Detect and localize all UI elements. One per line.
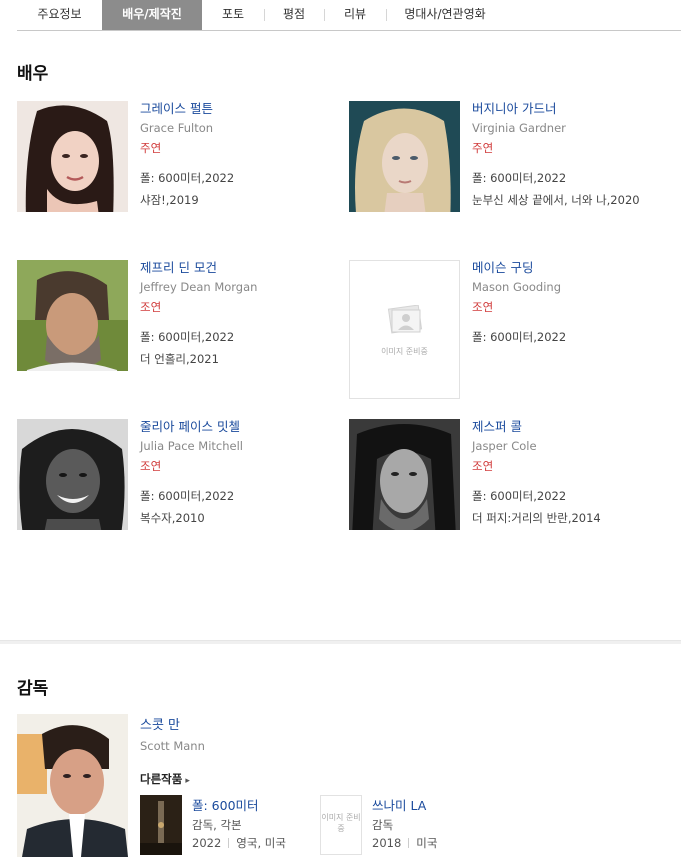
actor-work[interactable]: 폴: 600미터,2022 [472, 170, 672, 186]
actor-korean-name[interactable]: 그레이스 펄튼 [140, 101, 340, 117]
actor-korean-name[interactable]: 제스퍼 콜 [472, 419, 672, 435]
film-role: 감독 [372, 818, 394, 832]
actor-english-name: Jasper Cole [472, 439, 537, 453]
actor-work[interactable]: 폴: 600미터,2022 [140, 329, 340, 345]
director-english-name: Scott Mann [140, 739, 205, 753]
actor-info: 제스퍼 콜 Jasper Cole 조연 폴: 600미터,2022 더 퍼지:… [472, 419, 672, 526]
tab-rating[interactable]: 평점 [264, 0, 324, 30]
placeholder-text: 이미지 준비중 [381, 347, 428, 356]
tab-review[interactable]: 리뷰 [324, 0, 386, 30]
tab-bar: 주요정보 배우/제작진 포토 평점 리뷰 명대사/연관영화 [17, 0, 681, 31]
actor-photo[interactable] [17, 419, 128, 530]
tab-cast-crew[interactable]: 배우/제작진 [102, 0, 202, 30]
actor-role: 주연 [140, 141, 162, 155]
tab-photo[interactable]: 포토 [202, 0, 264, 30]
actor-photo[interactable] [17, 101, 128, 212]
actor-role: 조연 [140, 300, 162, 314]
director-korean-name[interactable]: 스콧 만 [140, 718, 180, 733]
actor-card: 줄리아 페이스 밋첼 Julia Pace Mitchell 조연 폴: 600… [17, 419, 337, 531]
actor-work[interactable]: 더 퍼지:거리의 반란,2014 [472, 510, 672, 526]
film-poster-placeholder[interactable]: 이미지 준비중 [320, 795, 362, 855]
film-role: 감독, 각본 [192, 818, 242, 832]
actor-work[interactable]: 눈부신 세상 끝에서, 너와 나,2020 [472, 192, 672, 208]
actor-info: 줄리아 페이스 밋첼 Julia Pace Mitchell 조연 폴: 600… [140, 419, 340, 526]
actor-english-name: Virginia Gardner [472, 121, 566, 135]
actor-work[interactable]: 샤잠!,2019 [140, 192, 340, 208]
director-info: 스콧 만 Scott Mann [140, 714, 205, 753]
film-year: 2022 [192, 836, 222, 850]
image-placeholder-icon [387, 305, 423, 334]
chevron-right-icon: ▸ [185, 776, 190, 786]
actor-english-name: Julia Pace Mitchell [140, 439, 243, 453]
actor-work[interactable]: 더 언홀리,2021 [140, 351, 340, 367]
actor-role: 조연 [140, 459, 162, 473]
actor-role: 조연 [472, 300, 494, 314]
actor-role: 조연 [472, 459, 494, 473]
actor-info: 제프리 딘 모건 Jeffrey Dean Morgan 조연 폴: 600미터… [140, 260, 340, 367]
actor-card: 제스퍼 콜 Jasper Cole 조연 폴: 600미터,2022 더 퍼지:… [349, 419, 669, 531]
actor-korean-name[interactable]: 제프리 딘 모건 [140, 260, 340, 276]
meta-divider [228, 838, 230, 848]
tab-quotes-related[interactable]: 명대사/연관영화 [386, 0, 504, 30]
actor-card: 제프리 딘 모건 Jeffrey Dean Morgan 조연 폴: 600미터… [17, 260, 337, 372]
film-meta: 2022 영국, 미국 [192, 835, 286, 851]
film-info: 쓰나미 LA 감독 2018 미국 [372, 795, 437, 851]
film-meta: 2018 미국 [372, 835, 437, 851]
meta-divider [408, 838, 410, 848]
actor-work[interactable]: 폴: 600미터,2022 [472, 488, 672, 504]
actors-section-title: 배우 [17, 64, 49, 84]
other-works-link[interactable]: 다른작품 ▸ [140, 771, 190, 787]
actor-english-name: Jeffrey Dean Morgan [140, 280, 258, 294]
film-year: 2018 [372, 836, 402, 850]
film-title[interactable]: 폴: 600미터 [192, 798, 259, 813]
actor-photo[interactable] [349, 101, 460, 212]
actor-info: 그레이스 펄튼 Grace Fulton 주연 폴: 600미터,2022 샤잠… [140, 101, 340, 208]
actor-card: 그레이스 펄튼 Grace Fulton 주연 폴: 600미터,2022 샤잠… [17, 101, 337, 213]
actor-work[interactable]: 폴: 600미터,2022 [140, 170, 340, 186]
section-divider [0, 640, 681, 644]
film-info: 폴: 600미터 감독, 각본 2022 영국, 미국 [192, 795, 286, 851]
actor-card: 버지니아 가드너 Virginia Gardner 주연 폴: 600미터,20… [349, 101, 669, 213]
actor-korean-name[interactable]: 줄리아 페이스 밋첼 [140, 419, 340, 435]
actor-english-name: Grace Fulton [140, 121, 214, 135]
director-section-title: 감독 [17, 679, 49, 699]
actor-photo[interactable] [349, 419, 460, 530]
actor-korean-name[interactable]: 버지니아 가드너 [472, 101, 672, 117]
film-country: 미국 [416, 836, 438, 850]
actor-card: 이미지 준비중 메이슨 구딩 Mason Gooding 조연 폴: 600미터… [349, 260, 672, 399]
actor-info: 메이슨 구딩 Mason Gooding 조연 폴: 600미터,2022 [472, 260, 672, 345]
actor-work[interactable]: 복수자,2010 [140, 510, 340, 526]
actor-korean-name[interactable]: 메이슨 구딩 [472, 260, 672, 276]
film-country: 영국, 미국 [236, 836, 286, 850]
actor-work[interactable]: 폴: 600미터,2022 [472, 329, 672, 345]
actor-photo-placeholder[interactable]: 이미지 준비중 [349, 260, 460, 399]
film-poster[interactable] [140, 795, 182, 855]
actor-work[interactable]: 폴: 600미터,2022 [140, 488, 340, 504]
actor-info: 버지니아 가드너 Virginia Gardner 주연 폴: 600미터,20… [472, 101, 672, 208]
actor-english-name: Mason Gooding [472, 280, 562, 294]
film-title[interactable]: 쓰나미 LA [372, 798, 426, 813]
tab-main-info[interactable]: 주요정보 [17, 0, 102, 30]
actor-photo[interactable] [17, 260, 128, 371]
actor-role: 주연 [472, 141, 494, 155]
director-photo[interactable] [17, 714, 128, 857]
other-works-label: 다른작품 [140, 772, 183, 786]
